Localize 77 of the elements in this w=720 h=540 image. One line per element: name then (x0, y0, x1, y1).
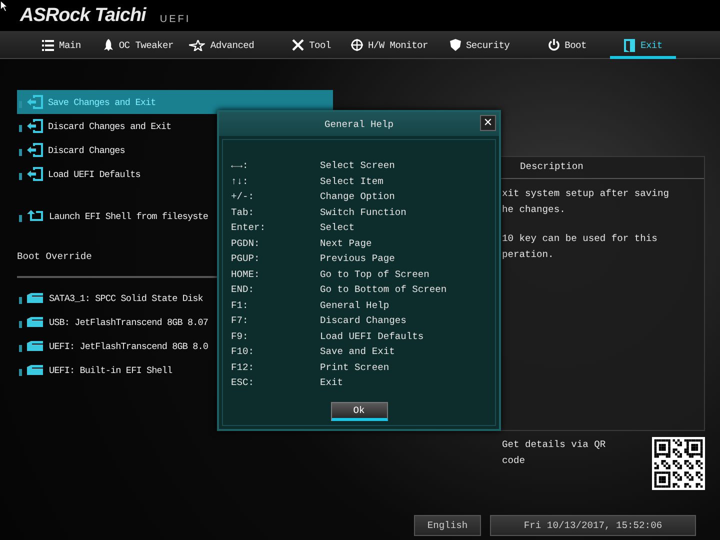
nav-tab[interactable]: Advanced (181, 31, 262, 59)
uefi-label: UEFI (160, 13, 191, 27)
key-action: Switch Function (320, 206, 406, 220)
key-label: F12: (231, 360, 256, 374)
key-label: ←→: (231, 159, 250, 173)
nav-tab[interactable]: H/W Monitor (342, 31, 436, 59)
row-marker (19, 344, 22, 352)
row-marker (19, 172, 22, 180)
key-label: ↑↓: (231, 174, 250, 188)
key-label: PGUP: (231, 252, 261, 266)
key-label: F10: (231, 345, 256, 359)
nav-tab[interactable]: Exit (610, 31, 676, 59)
folder-icon (27, 292, 44, 304)
nav-tab[interactable]: Boot (540, 31, 594, 59)
key-label: ESC: (231, 376, 256, 390)
key-action: Select Item (320, 174, 384, 188)
key-label: PGDN: (231, 236, 261, 250)
key-action: Go to Top of Screen (320, 268, 430, 282)
key-label: F9: (231, 330, 250, 344)
row-marker (19, 148, 22, 156)
language-button[interactable]: English (414, 514, 481, 536)
key-label: Enter: (231, 221, 267, 235)
key-label: +/-: (231, 190, 256, 204)
row-marker (19, 124, 22, 132)
rocket-icon (102, 39, 114, 51)
exit-door-icon (27, 167, 43, 181)
shell-launch-icon (27, 210, 44, 222)
key-action: Previous Page (320, 252, 395, 266)
brand-logo: ASRock Taichi (20, 5, 146, 27)
key-action: Load UEFI Defaults (320, 330, 424, 344)
menu-item[interactable]: Save Changes and Exit (17, 90, 333, 114)
row-marker (19, 368, 22, 376)
close-button[interactable]: ✕ (480, 115, 496, 131)
key-action: Next Page (320, 236, 372, 250)
key-label: F7: (231, 314, 250, 328)
description-text: 10 key can be used for this peration. (502, 232, 658, 262)
key-label: Tab: (231, 206, 256, 220)
nav-tab[interactable]: Tool (284, 31, 339, 59)
key-action: Select Screen (320, 159, 395, 173)
shield-icon (450, 39, 461, 51)
description-text: xit system setup after saving he changes. (502, 187, 670, 216)
key-action: General Help (320, 298, 390, 312)
dialog-title: General Help (324, 118, 394, 130)
folder-icon (27, 316, 44, 328)
exit-door-icon (27, 143, 43, 157)
key-action: Select (320, 221, 355, 235)
key-action: Go to Bottom of Screen (320, 283, 447, 297)
menu-item[interactable]: Discard Changes (17, 138, 333, 162)
row-marker (19, 320, 22, 328)
list-icon (42, 40, 54, 50)
qr-code-icon (652, 437, 705, 490)
key-action: Change Option (320, 190, 395, 204)
row-marker (19, 214, 22, 222)
power-icon (548, 39, 560, 51)
panel-title: Description (520, 161, 584, 172)
door-icon (624, 38, 636, 52)
key-label: F1: (231, 298, 250, 312)
star-icon (189, 40, 206, 50)
exit-door-icon (27, 95, 43, 109)
nav-tab[interactable]: Main (34, 31, 89, 59)
folder-icon (27, 340, 44, 352)
key-label: HOME: (231, 268, 261, 282)
crosshair-icon (350, 39, 363, 51)
nav-tab[interactable]: Security (442, 31, 518, 59)
key-action: Save and Exit (320, 345, 395, 359)
date-time-display: Fri 10/13/2017, 15:52:06 (490, 514, 696, 536)
section-heading: Boot Override (17, 250, 92, 264)
key-action: Discard Changes (320, 314, 406, 328)
key-label: END: (231, 283, 256, 297)
qr-caption: Get details via QR code (502, 438, 607, 468)
row-marker (19, 296, 22, 304)
key-action: Print Screen (320, 360, 390, 374)
nav-tab[interactable]: OC Tweaker (94, 31, 182, 59)
exit-door-icon (27, 119, 43, 133)
folder-icon (27, 364, 44, 376)
ok-button[interactable]: Ok (330, 402, 388, 420)
key-action: Exit (320, 376, 344, 390)
